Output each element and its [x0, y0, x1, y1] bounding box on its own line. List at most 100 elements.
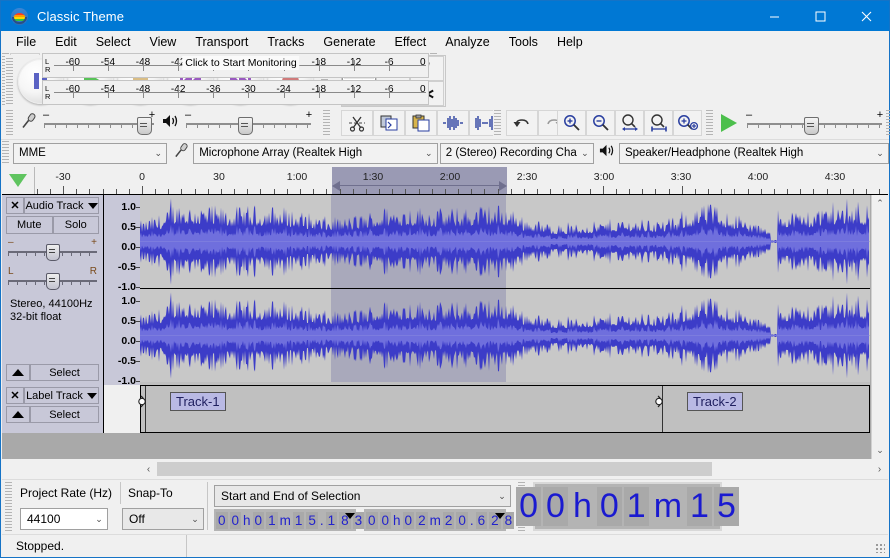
transport-toolbar-grip[interactable]: [5, 58, 14, 104]
recording-meter[interactable]: L R -60 -54 -48 -42 -18 -12 -6 0: [42, 53, 429, 78]
audio-position-display[interactable]: 00h01m15: [516, 482, 739, 531]
close-track-button[interactable]: ✕: [6, 197, 24, 214]
playback-volume-slider[interactable]: – +: [185, 109, 312, 135]
select-track-button[interactable]: Select: [30, 364, 99, 381]
menu-help[interactable]: Help: [548, 32, 592, 52]
edit-toolbar: [341, 109, 501, 137]
audio-track-control-panel[interactable]: ✕ Audio Track Mute Solo – + L R Stereo, …: [2, 195, 104, 385]
menu-edit[interactable]: Edit: [46, 32, 86, 52]
edit-toolbar-grip[interactable]: [322, 110, 331, 136]
ruler-body[interactable]: -30 0 30 1:00 1:30 2:00 2:30 3:00 3:30 4:00 4:30: [34, 167, 888, 194]
resize-grip-icon[interactable]: [875, 543, 885, 553]
play-at-speed-button[interactable]: [714, 114, 744, 132]
project-rate-select[interactable]: 44100 ⌄: [20, 508, 108, 530]
scroll-right-button[interactable]: ›: [871, 464, 888, 475]
horizontal-scrollbar[interactable]: ‹ ›: [2, 459, 888, 479]
trim-audio-button[interactable]: [437, 110, 469, 136]
time-digit: 0: [216, 511, 228, 529]
waveform-scale-label: 1.0: [121, 201, 136, 213]
time-unit: h: [243, 512, 251, 528]
timeline-ruler[interactable]: -30 0 30 1:00 1:30 2:00 2:30 3:00 3:30 4:00 4:30: [2, 167, 888, 195]
gain-slider[interactable]: – +: [8, 237, 97, 261]
collapse-up-icon: [12, 369, 24, 376]
ruler-tick: [313, 189, 314, 194]
scroll-down-button[interactable]: ⌄: [872, 442, 888, 459]
menu-file[interactable]: File: [7, 32, 45, 52]
menu-select[interactable]: Select: [87, 32, 140, 52]
paste-button[interactable]: [405, 110, 437, 136]
audio-host-select[interactable]: MME ⌄: [13, 142, 168, 164]
label-handle-icon[interactable]: [138, 394, 151, 409]
close-button[interactable]: [843, 1, 889, 31]
ruler-label: 30: [213, 171, 225, 183]
menu-transport[interactable]: Transport: [186, 32, 257, 52]
label-track-control-panel[interactable]: ✕ Label Track Select: [2, 385, 104, 433]
audio-track-waveform-area[interactable]: [140, 195, 870, 385]
mixer-toolbar-grip[interactable]: [5, 110, 14, 136]
scroll-left-button[interactable]: ‹: [140, 464, 157, 475]
playback-meter[interactable]: L R -60 -54 -48 -42 -36 -30 -24 -18 -12: [42, 80, 429, 105]
snap-to-select[interactable]: Off ⌄: [122, 508, 204, 530]
scroll-up-button[interactable]: ⌃: [872, 195, 888, 212]
label-chip[interactable]: Track-1: [170, 392, 226, 411]
playback-speed-slider[interactable]: – +: [746, 109, 883, 135]
undo-group-grip[interactable]: [493, 110, 502, 136]
select-label-track-button[interactable]: Select: [30, 406, 99, 423]
maximize-button[interactable]: [797, 1, 843, 31]
menu-analyze[interactable]: Analyze: [436, 32, 498, 52]
collapse-track-button[interactable]: [6, 364, 30, 381]
recording-channels-select[interactable]: 2 (Stereo) Recording Chan ⌄: [439, 142, 594, 164]
minimize-button[interactable]: [751, 1, 797, 31]
menu-tracks[interactable]: Tracks: [258, 32, 313, 52]
selection-mode-select[interactable]: Start and End of Selection ⌄: [214, 485, 511, 507]
waveform-scale-label: 0.0: [121, 241, 136, 253]
label-track[interactable]: ✕ Label Track Select Track-1 Track-2: [2, 385, 870, 433]
zoom-in-button[interactable]: [557, 110, 586, 136]
ruler-tick: [195, 189, 196, 194]
play-at-speed-grip[interactable]: [705, 110, 714, 136]
time-digit: 5: [713, 487, 739, 526]
waveform-channel-right[interactable]: [140, 289, 870, 382]
solo-button[interactable]: Solo: [52, 216, 99, 234]
zoom-out-button[interactable]: [586, 110, 615, 136]
play-at-speed-right-grip[interactable]: [885, 110, 890, 136]
copy-button[interactable]: [373, 110, 405, 136]
menu-tools[interactable]: Tools: [500, 32, 547, 52]
horizontal-scroll-thumb[interactable]: [157, 462, 712, 476]
recording-device-select[interactable]: Microphone Array (Realtek High ⌄: [193, 142, 438, 164]
pinned-play-head-button[interactable]: [2, 167, 35, 194]
label-chip[interactable]: Track-2: [687, 392, 743, 411]
pan-slider[interactable]: L R: [8, 266, 97, 290]
collapse-label-track-button[interactable]: [6, 406, 30, 423]
playback-device-select[interactable]: Speaker/Headphone (Realtek High ⌄: [618, 142, 889, 164]
undo-button[interactable]: [506, 110, 538, 136]
mute-button[interactable]: Mute: [6, 216, 53, 234]
zoom-toggle-button[interactable]: [673, 110, 702, 136]
audio-track[interactable]: ✕ Audio Track Mute Solo – + L R Stereo, …: [2, 195, 870, 387]
selection-end-time-field[interactable]: 00h02m20.628s: [364, 509, 523, 531]
recording-volume-slider[interactable]: – +: [43, 109, 155, 135]
ruler-label: 4:00: [747, 171, 769, 183]
fit-selection-button[interactable]: [615, 110, 644, 136]
menu-generate[interactable]: Generate: [314, 32, 384, 52]
close-label-track-button[interactable]: ✕: [6, 387, 24, 404]
label-track-body[interactable]: Track-1 Track-2: [138, 385, 870, 433]
waveform-channel-left[interactable]: [140, 195, 870, 289]
label-track-name-menu[interactable]: Label Track: [24, 387, 99, 404]
track-name-menu[interactable]: Audio Track: [24, 197, 99, 214]
menu-view[interactable]: View: [140, 32, 185, 52]
device-toolbar-grip[interactable]: [1, 141, 10, 165]
menu-effect[interactable]: Effect: [386, 32, 436, 52]
time-digit: 0: [229, 511, 242, 529]
ruler-tick: [511, 189, 512, 194]
title-bar: Classic Theme: [1, 1, 889, 31]
vertical-scrollbar[interactable]: ⌃ ⌄: [871, 195, 888, 459]
selection-start-time-field[interactable]: 00h01m15.183s: [214, 509, 373, 531]
selection-handle[interactable]: [332, 181, 507, 191]
fit-project-button[interactable]: [644, 110, 673, 136]
label-handle-icon[interactable]: [655, 394, 668, 409]
vertical-scroll-track[interactable]: [872, 212, 888, 442]
cut-button[interactable]: [341, 110, 373, 136]
start-monitoring-label[interactable]: Click to Start Monitoring: [182, 56, 300, 70]
selection-toolbar-grip[interactable]: [4, 482, 13, 532]
